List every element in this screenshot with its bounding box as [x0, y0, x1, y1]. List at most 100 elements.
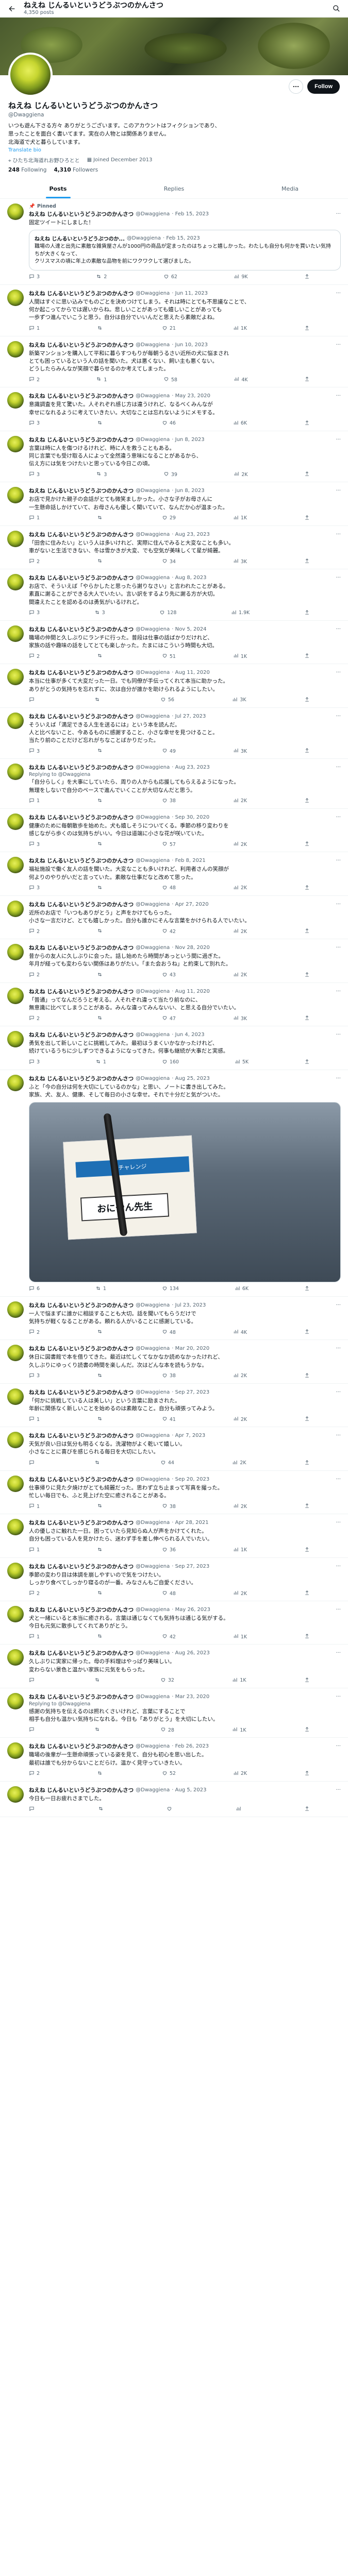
tweet[interactable]: ねえね じんるいというどうぶつのかんさつ @Dwaggiena · Jun 10, …: [0, 336, 348, 388]
tweet-author-name[interactable]: ねえね じんるいというどうぶつのかんさつ: [29, 1432, 134, 1439]
tweet-author-handle[interactable]: @Dwaggiena: [136, 670, 170, 675]
follow-button[interactable]: Follow: [307, 79, 340, 94]
reply-button[interactable]: 3: [29, 609, 40, 617]
tweet-avatar[interactable]: [7, 1074, 24, 1091]
tweet-author-name[interactable]: ねえね じんるいというどうぶつのかんさつ: [29, 290, 134, 297]
tweet-date[interactable]: · Nov 5, 2024: [172, 626, 206, 632]
tweet-author-handle[interactable]: @Dwaggiena: [136, 437, 170, 443]
tweet[interactable]: ねえね じんるいというどうぶつのかんさつ @Dwaggiena · Jun 4, 2…: [0, 1026, 348, 1070]
tweet-date[interactable]: · Mar 23, 2020: [172, 1694, 209, 1700]
tweet-avatar[interactable]: [7, 1432, 24, 1449]
retweet-button[interactable]: [97, 1329, 105, 1336]
tweet-author-handle[interactable]: @Dwaggiena: [136, 989, 170, 994]
retweet-button[interactable]: [97, 653, 105, 660]
retweet-button[interactable]: [97, 1372, 105, 1380]
reply-button[interactable]: 1: [29, 1547, 40, 1554]
tweet-author-name[interactable]: ねえね じんるいというどうぶつのかんさつ: [29, 814, 134, 821]
reply-button[interactable]: 3: [29, 748, 40, 755]
tweet-date[interactable]: · Aug 5, 2023: [172, 1787, 206, 1793]
tweet-author-name[interactable]: ねえね じんるいというどうぶつのかんさつ: [29, 713, 134, 720]
tweet[interactable]: ねえね じんるいというどうぶつのかんさつ @Dwaggiena · Apr 28, …: [0, 1514, 348, 1558]
tweet-author-handle[interactable]: @Dwaggiena: [136, 1076, 170, 1081]
tweet[interactable]: ねえね じんるいというどうぶつのかんさつ @Dwaggiena · Sep 27, …: [0, 1558, 348, 1601]
tweet[interactable]: ねえね じんるいというどうぶつのかんさつ @Dwaggiena · Nov 28, …: [0, 939, 348, 983]
tweet-author-name[interactable]: ねえね じんるいというどうぶつのかんさつ: [29, 341, 134, 349]
more-dots-icon[interactable]: ···: [336, 1743, 341, 1749]
retweet-button[interactable]: [97, 798, 105, 805]
tweet-avatar[interactable]: [7, 392, 24, 409]
tweet-avatar[interactable]: [7, 669, 24, 686]
tweet-author-name[interactable]: ねえね じんるいというどうぶつのかんさつ: [29, 531, 134, 538]
views-button[interactable]: 1K: [233, 325, 247, 332]
tweet-date[interactable]: · Aug 23, 2023: [172, 765, 210, 770]
tweet-author-name[interactable]: ねえね じんるいというどうぶつのかんさつ: [29, 669, 134, 676]
share-button[interactable]: [304, 1677, 310, 1684]
tweet-author-handle[interactable]: @Dwaggiena: [136, 1302, 170, 1308]
like-button[interactable]: 62: [163, 274, 177, 281]
reply-button[interactable]: 3: [29, 1059, 40, 1066]
following-link[interactable]: 248 Following: [8, 167, 46, 173]
share-button[interactable]: [304, 885, 310, 892]
views-button[interactable]: 2K: [233, 972, 247, 979]
tweet-date[interactable]: · May 26, 2023: [172, 1607, 210, 1613]
views-button[interactable]: 1K: [233, 653, 247, 660]
translate-bio-link[interactable]: Translate bio: [8, 147, 340, 153]
retweet-button[interactable]: [94, 1726, 102, 1734]
share-button[interactable]: [304, 558, 310, 565]
tweet-avatar[interactable]: [7, 1649, 24, 1666]
tweet-author-name[interactable]: ねえね じんるいというどうぶつのかんさつ: [29, 392, 134, 400]
replying-to[interactable]: Replying to @Dwaggiena: [29, 1701, 341, 1707]
tweet-date[interactable]: · Aug 25, 2023: [172, 1076, 210, 1081]
like-button[interactable]: 57: [162, 841, 176, 848]
tweet-author-name[interactable]: ねえね じんるいというどうぶつのかんさつ: [29, 625, 134, 633]
share-button[interactable]: [304, 928, 310, 935]
share-button[interactable]: [304, 841, 310, 848]
tweet-author-handle[interactable]: @Dwaggiena: [136, 291, 170, 296]
reply-button[interactable]: [29, 1806, 37, 1813]
tweet-avatar[interactable]: [7, 341, 24, 358]
more-dots-icon[interactable]: ···: [336, 714, 341, 719]
tweet[interactable]: ねえね じんるいというどうぶつのかんさつ @Dwaggiena · May 23, …: [0, 387, 348, 431]
retweet-button[interactable]: [97, 1590, 105, 1597]
tab-posts[interactable]: Posts: [0, 179, 116, 198]
reply-button[interactable]: 2: [29, 972, 40, 979]
reply-button[interactable]: [29, 1677, 37, 1684]
like-button[interactable]: 160: [162, 1059, 179, 1066]
more-dots-icon[interactable]: ···: [336, 1477, 341, 1482]
reply-button[interactable]: 3: [29, 885, 40, 892]
tweet-author-name[interactable]: ねえね じんるいというどうぶつのかんさつ: [29, 1786, 134, 1794]
share-button[interactable]: [304, 376, 310, 383]
tweet[interactable]: ねえね じんるいというどうぶつのかんさつ @Dwaggiena · Sep 20, …: [0, 1471, 348, 1515]
more-dots-icon[interactable]: ···: [336, 291, 341, 296]
like-button[interactable]: 51: [162, 653, 176, 660]
retweet-button[interactable]: [97, 558, 105, 565]
more-dots-icon[interactable]: ···: [336, 1433, 341, 1438]
views-button[interactable]: 2K: [233, 1372, 247, 1380]
views-button[interactable]: 1K: [233, 515, 247, 522]
views-button[interactable]: 3K: [233, 1015, 247, 1022]
share-button[interactable]: [304, 420, 310, 427]
reply-button[interactable]: 1: [29, 1633, 40, 1640]
avatar[interactable]: [8, 53, 53, 97]
tweet-avatar[interactable]: [7, 813, 24, 830]
tweet[interactable]: ねえね じんるいというどうぶつのかんさつ @Dwaggiena · Aug 11, …: [0, 983, 348, 1027]
like-button[interactable]: 36: [162, 1547, 176, 1554]
tweet-avatar[interactable]: [7, 1345, 24, 1362]
tweet-avatar[interactable]: [7, 1301, 24, 1318]
share-button[interactable]: [304, 798, 310, 805]
retweet-button[interactable]: 1: [95, 1285, 106, 1293]
tweet[interactable]: ねえね じんるいというどうぶつのかんさつ @Dwaggiena · Aug 23, …: [0, 526, 348, 570]
share-button[interactable]: [304, 1460, 310, 1467]
tweet-avatar[interactable]: [7, 944, 24, 961]
tweet[interactable]: ねえね じんるいというどうぶつのかんさつ @Dwaggiena · Feb 26, …: [0, 1738, 348, 1782]
more-dots-icon[interactable]: ···: [336, 211, 341, 217]
views-button[interactable]: 2K: [234, 471, 248, 478]
tweet-avatar[interactable]: [7, 1786, 24, 1803]
tweet-author-handle[interactable]: @Dwaggiena: [136, 626, 170, 632]
more-dots-icon[interactable]: ···: [336, 342, 341, 348]
tweet[interactable]: ねえね じんるいというどうぶつのかんさつ @Dwaggiena · Jun 8, 2…: [0, 431, 348, 483]
like-button[interactable]: 43: [162, 972, 176, 979]
more-dots-icon[interactable]: ···: [336, 437, 341, 443]
tweet-author-name[interactable]: ねえね じんるいというどうぶつのかんさつ: [29, 1742, 134, 1750]
reply-button[interactable]: 3: [29, 420, 40, 427]
